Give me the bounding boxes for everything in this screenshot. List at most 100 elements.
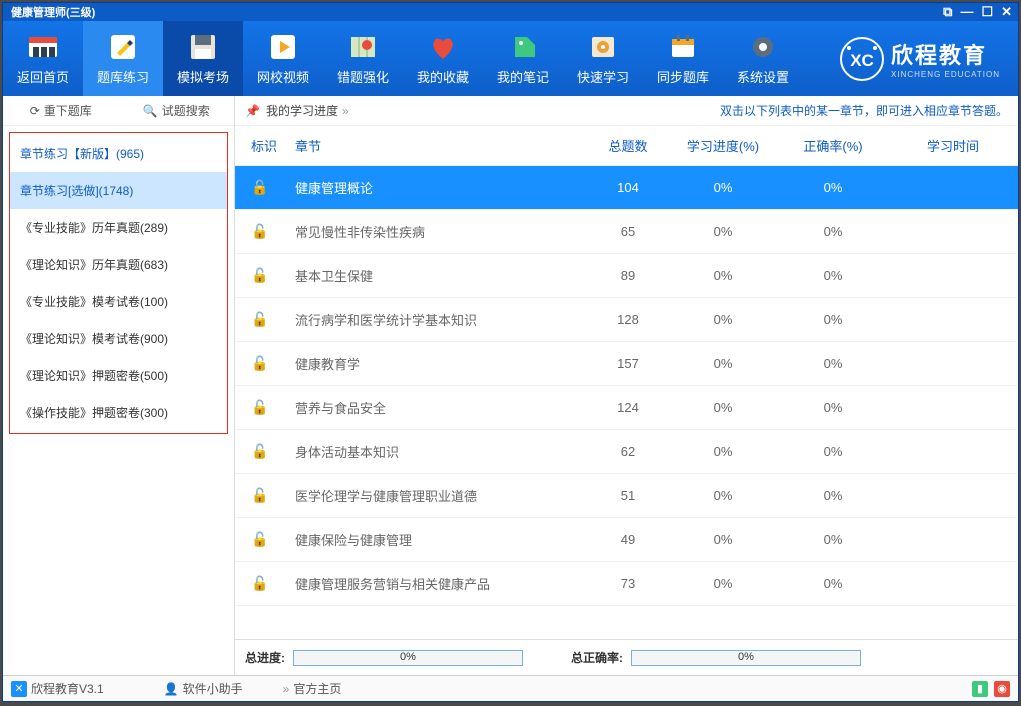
pin-icon: 📌 [245,104,260,118]
cell-total: 128 [588,312,668,327]
cell-progress: 0% [668,400,778,415]
sidebar-item[interactable]: 《理论知识》押题密卷(500) [10,357,227,394]
cell-accuracy: 0% [778,312,888,327]
brand-logo: XC 欣程教育 XINCHENG EDUCATION [839,36,1018,82]
nav-home[interactable]: 返回首页 [3,21,83,96]
table-body[interactable]: 🔓健康管理概论1040%0%🔓常见慢性非传染性疾病650%0%🔓基本卫生保健89… [235,166,1018,639]
window-title: 健康管理师(三级) [11,4,95,20]
lock-icon: 🔓 [251,575,268,591]
close-icon[interactable]: ✕ [1001,4,1012,20]
app-version[interactable]: ✕欣程教育V3.1 [11,680,104,697]
table-row[interactable]: 🔓医学伦理学与健康管理职业道德510%0% [235,474,1018,518]
table-row[interactable]: 🔓流行病学和医学统计学基本知识1280%0% [235,298,1018,342]
total-progress-bar: 0% [293,650,523,666]
lock-icon: 🔓 [251,267,268,283]
chart-icon[interactable]: ◉ [994,681,1010,697]
nav-notes[interactable]: 我的笔记 [483,21,563,96]
cell-chapter: 医学伦理学与健康管理职业道德 [295,486,588,505]
chevron-right-icon[interactable]: » [342,104,349,118]
nav-favorite[interactable]: 我的收藏 [403,21,483,96]
table-row[interactable]: 🔓常见慢性非传染性疾病650%0% [235,210,1018,254]
sidebar-item[interactable]: 《操作技能》押题密卷(300) [10,394,227,431]
cell-chapter: 健康管理概论 [295,178,588,197]
status-bar: ✕欣程教育V3.1 👤软件小助手 »官方主页 ▮ ◉ [3,675,1018,701]
cell-chapter: 常见慢性非传染性疾病 [295,222,588,241]
toggle-icon[interactable]: ⧉ [943,4,952,20]
table-row[interactable]: 🔓健康管理服务营销与相关健康产品730%0% [235,562,1018,606]
sidebar: ⟳重下题库 🔍试题搜索 章节练习【新版】(965) 章节练习[选做](1748)… [3,96,235,675]
pencil-icon [107,31,139,63]
window-controls: ⧉ — ☐ ✕ [943,4,1018,20]
table-row[interactable]: 🔓健康教育学1570%0% [235,342,1018,386]
nav-sync[interactable]: 同步题库 [643,21,723,96]
sidebar-item[interactable]: 《专业技能》历年真题(289) [10,209,227,246]
maximize-icon[interactable]: ☐ [981,4,993,20]
calendar-icon [667,31,699,63]
cell-progress: 0% [668,268,778,283]
cell-chapter: 基本卫生保健 [295,266,588,285]
search-icon: 🔍 [143,104,158,118]
lock-icon: 🔓 [251,531,268,547]
status-right: ▮ ◉ [972,681,1010,697]
search-button[interactable]: 🔍试题搜索 [119,102,235,119]
lock-icon: 🔓 [251,399,268,415]
summary-bar: 总进度: 0% 总正确率: 0% [235,639,1018,675]
table-row[interactable]: 🔓营养与食品安全1240%0% [235,386,1018,430]
nav-quick[interactable]: 快速学习 [563,21,643,96]
cell-chapter: 健康管理服务营销与相关健康产品 [295,574,588,593]
table-row[interactable]: 🔓健康保险与健康管理490%0% [235,518,1018,562]
cell-chapter: 身体活动基本知识 [295,442,588,461]
col-accuracy: 正确率(%) [778,136,888,155]
cell-total: 65 [588,224,668,239]
helper-link[interactable]: 👤软件小助手 [164,680,243,697]
save-icon [187,31,219,63]
table-row[interactable]: 🔓身体活动基本知识620%0% [235,430,1018,474]
nav-video[interactable]: 网校视频 [243,21,323,96]
cell-progress: 0% [668,532,778,547]
heart-icon [427,31,459,63]
svg-text:XC: XC [850,51,874,70]
lock-icon: 🔓 [251,355,268,371]
cell-total: 73 [588,576,668,591]
cell-total: 89 [588,268,668,283]
sidebar-item[interactable]: 章节练习【新版】(965) [10,135,227,172]
chevron-right-icon: » [283,682,290,696]
sidebar-item[interactable]: 《理论知识》历年真题(683) [10,246,227,283]
content-area: 📌 我的学习进度 » 双击以下列表中的某一章节，即可进入相应章节答题。 标识 章… [235,96,1018,675]
nav-wrong[interactable]: 错题强化 [323,21,403,96]
cell-accuracy: 0% [778,444,888,459]
table-row[interactable]: 🔓基本卫生保健890%0% [235,254,1018,298]
table-row[interactable]: 🔓健康管理概论1040%0% [235,166,1018,210]
home-link[interactable]: »官方主页 [283,680,342,697]
col-time: 学习时间 [888,136,1018,155]
cell-total: 51 [588,488,668,503]
cell-accuracy: 0% [778,488,888,503]
cell-accuracy: 0% [778,356,888,371]
cell-accuracy: 0% [778,532,888,547]
cell-chapter: 流行病学和医学统计学基本知识 [295,310,588,329]
lock-icon: 🔓 [251,223,268,239]
minimize-icon[interactable]: — [960,4,973,20]
main-area: ⟳重下题库 🔍试题搜索 章节练习【新版】(965) 章节练习[选做](1748)… [3,96,1018,675]
play-icon [267,31,299,63]
main-toolbar: 返回首页 题库练习 模拟考场 网校视频 错题强化 我的收藏 我的笔记 快速学习 [3,21,1018,96]
cell-accuracy: 0% [778,224,888,239]
table-header: 标识 章节 总题数 学习进度(%) 正确率(%) 学习时间 [235,126,1018,166]
total-accuracy-bar: 0% [631,650,861,666]
cell-progress: 0% [668,224,778,239]
cell-progress: 0% [668,312,778,327]
nav-practice[interactable]: 题库练习 [83,21,163,96]
sidebar-item[interactable]: 章节练习[选做](1748) [10,172,227,209]
nav-exam[interactable]: 模拟考场 [163,21,243,96]
nav-settings[interactable]: 系统设置 [723,21,803,96]
brand-badge-icon: XC [839,36,885,82]
sidebar-item[interactable]: 《专业技能》模考试卷(100) [10,283,227,320]
sidebar-group-highlight: 章节练习【新版】(965) 章节练习[选做](1748) 《专业技能》历年真题(… [9,132,228,434]
home-icon [27,31,59,63]
progress-label[interactable]: 我的学习进度 [266,102,338,119]
refresh-db-button[interactable]: ⟳重下题库 [3,102,119,119]
stats-icon[interactable]: ▮ [972,681,988,697]
cell-total: 49 [588,532,668,547]
sidebar-item[interactable]: 《理论知识》模考试卷(900) [10,320,227,357]
cell-total: 124 [588,400,668,415]
